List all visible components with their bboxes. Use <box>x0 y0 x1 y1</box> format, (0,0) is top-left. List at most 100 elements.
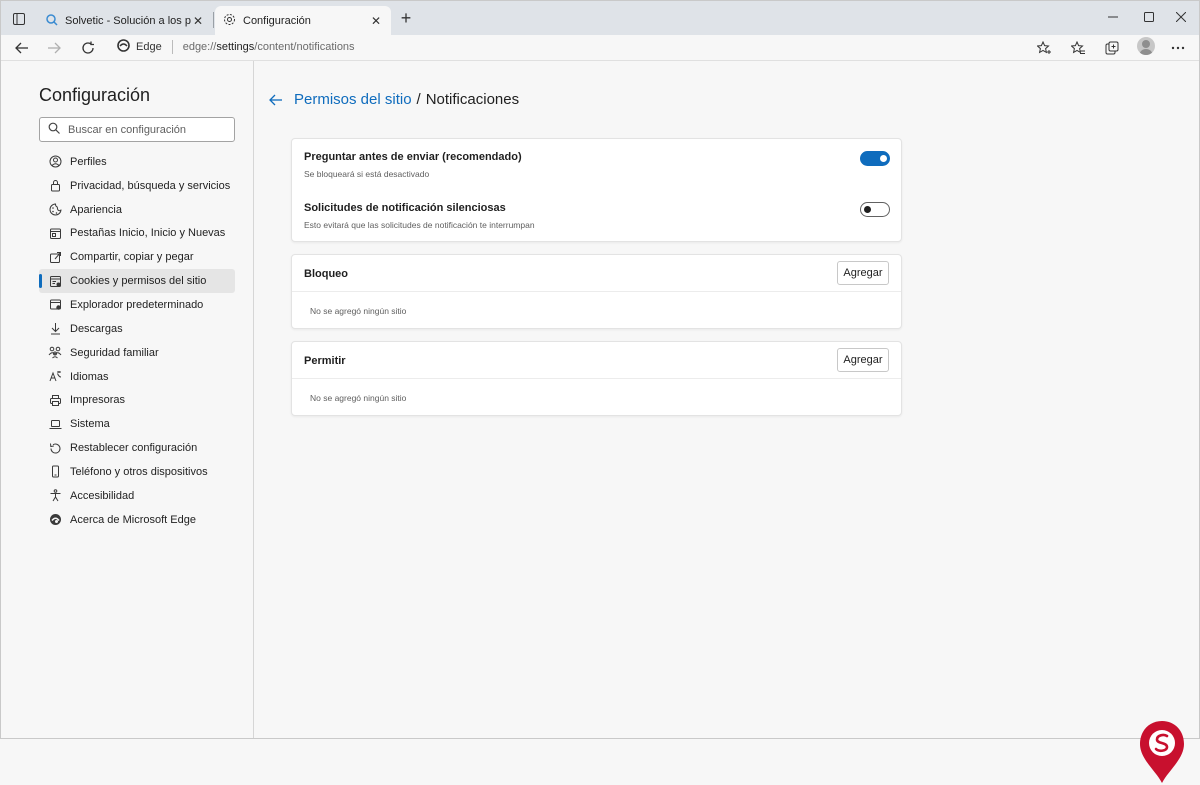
close-icon[interactable]: ✕ <box>191 14 205 28</box>
setting-description: Se bloqueará si está desactivado <box>304 169 430 179</box>
appearance-icon <box>48 203 62 217</box>
site-info[interactable]: Edge <box>107 39 162 55</box>
add-favorite-icon[interactable] <box>1033 37 1055 59</box>
allow-title: Permitir <box>304 355 346 367</box>
avatar[interactable] <box>1137 37 1155 55</box>
setting-quiet-requests: Solicitudes de notificación silenciosas … <box>304 202 890 230</box>
sidebar-item-label: Pestañas Inicio, Inicio y Nuevas <box>70 227 226 240</box>
favorites-icon[interactable] <box>1067 37 1089 59</box>
sidebar-item-home-tabs[interactable]: Pestañas Inicio, Inicio y Nuevas <box>39 222 235 246</box>
page-title: Notificaciones <box>425 91 520 108</box>
sidebar-item-label: Perfiles <box>70 155 107 168</box>
tab-actions-icon[interactable] <box>7 8 31 30</box>
sidebar-item-label: Sistema <box>70 418 110 431</box>
setting-title: Preguntar antes de enviar (recomendado) <box>304 151 522 163</box>
allow-card: Permitir Agregar No se agregó ningún sit… <box>291 341 902 416</box>
close-window-icon[interactable] <box>1163 7 1199 27</box>
sidebar-nav: Perfiles Privacidad, búsqueda y servicios… <box>39 150 235 532</box>
minimize-icon[interactable] <box>1095 7 1131 27</box>
sidebar-item-label: Seguridad familiar <box>70 346 159 359</box>
gear-icon <box>223 13 236 29</box>
reset-icon <box>48 441 62 455</box>
sidebar-item-label: Privacidad, búsqueda y servicios <box>70 179 231 192</box>
sidebar-item-download[interactable]: Descargas <box>39 317 235 341</box>
browser-icon <box>48 298 62 312</box>
sidebar-item-accessibility[interactable]: Accesibilidad <box>39 484 235 508</box>
search-input[interactable] <box>68 123 228 136</box>
new-tab-icon[interactable]: + <box>396 9 416 29</box>
lock-icon <box>48 179 62 193</box>
search-icon <box>48 121 60 139</box>
setting-ask-before-sending: Preguntar antes de enviar (recomendado) … <box>304 151 890 179</box>
address-divider <box>171 40 173 54</box>
url-text[interactable]: edge://settings/content/notifications <box>183 41 355 53</box>
tab-configuracion[interactable]: Configuración ✕ <box>215 6 391 35</box>
sidebar-item-label: Acerca de Microsoft Edge <box>70 513 196 526</box>
sidebar-item-cookies[interactable]: Cookies y permisos del sitio <box>39 269 235 294</box>
tab-title: Configuración <box>243 14 311 27</box>
sidebar-item-label: Explorador predeterminado <box>70 298 204 311</box>
notification-settings-card: Preguntar antes de enviar (recomendado) … <box>291 138 902 242</box>
toolbar: Edge edge://settings/content/notificatio… <box>1 35 1199 61</box>
sidebar-item-language[interactable]: Idiomas <box>39 365 235 389</box>
maximize-icon[interactable] <box>1131 7 1167 27</box>
url-prefix: edge:// <box>182 41 217 53</box>
search-box[interactable] <box>39 117 235 142</box>
sidebar-item-label: Apariencia <box>70 203 122 216</box>
ask-before-sending-toggle[interactable] <box>860 151 890 166</box>
more-icon[interactable] <box>1167 37 1189 59</box>
block-header: Bloqueo Agregar <box>292 255 901 292</box>
block-card: Bloqueo Agregar No se agregó ningún siti… <box>291 254 902 329</box>
site-label: Edge <box>136 41 162 53</box>
allow-add-button[interactable]: Agregar <box>837 348 889 372</box>
tab-strip: Solvetic - Solución a los problem ✕ Conf… <box>1 1 1199 35</box>
cookies-icon <box>48 274 62 288</box>
sidebar-item-label: Teléfono y otros dispositivos <box>70 465 208 478</box>
settings-content: Configuración Perfiles Privacidad, búsque… <box>1 61 1199 783</box>
quiet-requests-toggle[interactable] <box>860 202 890 217</box>
sidebar: Configuración Perfiles Privacidad, búsque… <box>1 61 254 738</box>
sidebar-item-profile[interactable]: Perfiles <box>39 150 235 174</box>
sidebar-item-label: Cookies y permisos del sitio <box>70 275 207 288</box>
accessibility-icon <box>48 489 62 503</box>
address-bar[interactable]: Edge edge://settings/content/notificatio… <box>107 36 1059 58</box>
sidebar-item-appearance[interactable]: Apariencia <box>39 198 235 222</box>
sidebar-item-printer[interactable]: Impresoras <box>39 388 235 412</box>
laptop-icon <box>48 417 62 431</box>
refresh-icon[interactable] <box>77 37 99 59</box>
sidebar-item-reset[interactable]: Restablecer configuración <box>39 436 235 460</box>
sidebar-item-edge-logo[interactable]: Acerca de Microsoft Edge <box>39 508 235 532</box>
printer-icon <box>48 393 62 407</box>
forward-icon[interactable] <box>43 37 65 59</box>
breadcrumb-parent-link[interactable]: Permisos del sitio <box>294 91 412 108</box>
share-icon <box>48 250 62 264</box>
edge-logo-icon <box>117 39 130 55</box>
close-icon[interactable]: ✕ <box>369 14 383 28</box>
phone-icon <box>48 465 62 479</box>
sidebar-item-family[interactable]: Seguridad familiar <box>39 341 235 365</box>
allow-empty-text: No se agregó ningún sitio <box>310 393 407 403</box>
setting-title: Solicitudes de notificación silenciosas <box>304 202 506 214</box>
sidebar-item-label: Idiomas <box>70 370 109 383</box>
sidebar-item-phone[interactable]: Teléfono y otros dispositivos <box>39 460 235 484</box>
back-icon[interactable] <box>11 37 33 59</box>
main-panel: Permisos del sitio / Notificaciones Preg… <box>255 61 1199 738</box>
sidebar-item-label: Descargas <box>70 322 123 335</box>
home-tabs-icon <box>48 226 62 240</box>
block-empty-text: No se agregó ningún sitio <box>310 306 407 316</box>
browser-window: Solvetic - Solución a los problem ✕ Conf… <box>0 0 1200 783</box>
allow-header: Permitir Agregar <box>292 342 901 379</box>
tab-solvetic[interactable]: Solvetic - Solución a los problem ✕ <box>37 6 213 35</box>
collections-icon[interactable] <box>1101 37 1123 59</box>
sidebar-item-lock[interactable]: Privacidad, búsqueda y servicios <box>39 174 235 198</box>
sidebar-item-share[interactable]: Compartir, copiar y pegar <box>39 245 235 269</box>
search-favicon-icon <box>45 13 58 29</box>
sidebar-item-label: Accesibilidad <box>70 489 135 502</box>
back-arrow-icon[interactable] <box>269 92 285 108</box>
sidebar-item-label: Impresoras <box>70 394 126 407</box>
sidebar-item-laptop[interactable]: Sistema <box>39 412 235 436</box>
sidebar-item-label: Compartir, copiar y pegar <box>70 251 194 264</box>
sidebar-item-browser[interactable]: Explorador predeterminado <box>39 293 235 317</box>
block-add-button[interactable]: Agregar <box>837 261 889 285</box>
edge-logo-icon <box>48 513 62 527</box>
